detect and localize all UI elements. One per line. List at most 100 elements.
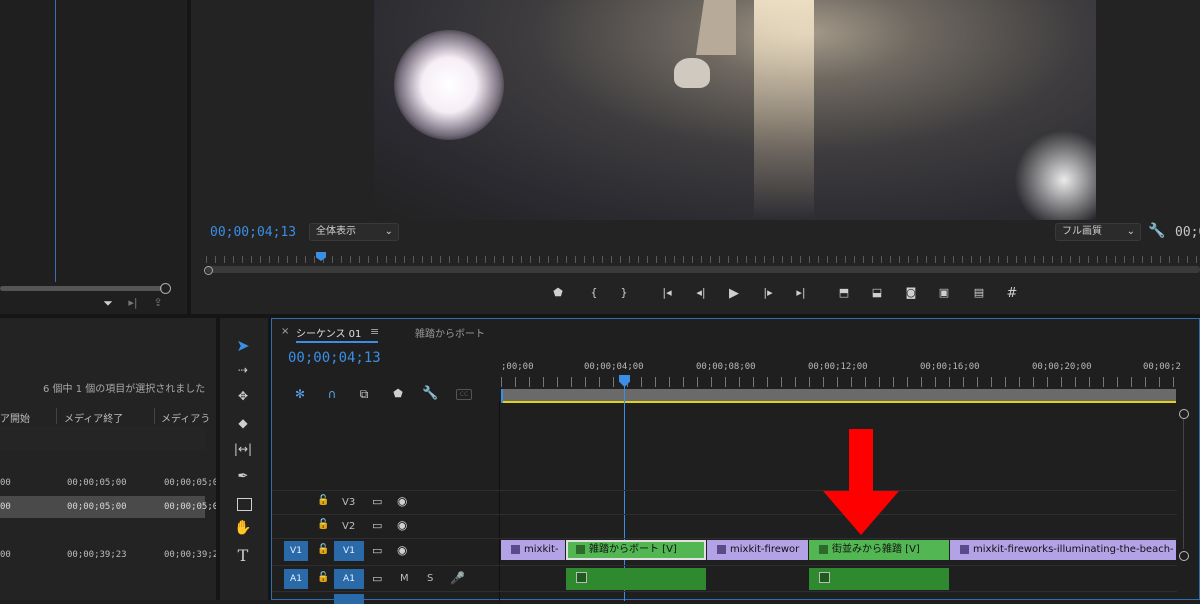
work-area-bar[interactable] [501, 389, 1176, 401]
vertical-scrollbar[interactable] [1183, 419, 1184, 549]
close-icon[interactable]: × [281, 326, 289, 337]
arrow-head [823, 491, 899, 535]
rectangle-icon[interactable] [237, 498, 252, 511]
quality-dropdown[interactable]: フル画質 ⌄ [1055, 223, 1141, 241]
arrow-shaft [849, 429, 873, 493]
program-ruler-track[interactable] [206, 266, 1200, 273]
ruler-ticks [501, 377, 1176, 387]
track-name[interactable]: V2 [342, 521, 355, 532]
table-row[interactable] [0, 426, 205, 450]
play-icon[interactable]: ▶ [727, 286, 741, 301]
program-mini-ruler[interactable] [206, 256, 1200, 263]
lock-icon[interactable]: 🔓 [317, 544, 329, 555]
timeline-timecode[interactable]: 00;00;04;13 [288, 350, 381, 366]
source-patch-v1[interactable]: V1 [284, 541, 308, 561]
solo-button[interactable]: S [427, 573, 433, 584]
insert-icon[interactable]: ▸| [125, 296, 141, 309]
step-back-icon[interactable]: ◂| [694, 286, 708, 299]
selection-tool-icon[interactable]: ➤ [232, 336, 254, 355]
film-icon[interactable]: ▭ [372, 572, 382, 585]
track-name[interactable]: V3 [342, 497, 355, 508]
film-icon[interactable]: ▭ [372, 544, 382, 557]
column-header[interactable]: メディア終了 [64, 410, 123, 425]
extract-icon[interactable]: ⬓ [868, 286, 886, 299]
trim-icon[interactable]: ▤ [971, 286, 987, 299]
lock-icon[interactable]: 🔓 [317, 572, 329, 583]
go-to-in-icon[interactable]: |◂ [659, 286, 675, 299]
eye-icon[interactable]: ◉ [397, 494, 407, 508]
video-clip[interactable]: mixkit-firewor [707, 540, 808, 560]
lock-icon[interactable]: 🔓 [317, 519, 329, 530]
track-target-v1[interactable]: V1 [334, 541, 364, 561]
hand-icon[interactable]: ✋ [232, 520, 254, 536]
in-point-icon[interactable]: { [587, 286, 601, 299]
step-forward-icon[interactable]: |▸ [761, 286, 775, 299]
source-scroll-handle[interactable] [160, 283, 171, 294]
table-row-selected[interactable]: 00 00;00;05;00 00;00;05;0 [0, 496, 218, 518]
film-icon[interactable]: ▭ [372, 519, 382, 532]
sailboat-hull [674, 58, 710, 88]
eye-icon[interactable]: ◉ [397, 543, 407, 557]
program-start-handle[interactable] [204, 266, 213, 275]
video-clip[interactable]: 街並みから雑踏 [V] [809, 540, 949, 560]
linked-selection-icon[interactable]: ⧉ [356, 387, 372, 402]
magnet-icon[interactable]: ∩ [324, 387, 340, 401]
table-row[interactable] [0, 450, 205, 472]
source-scrollbar[interactable] [0, 286, 162, 291]
video-clip[interactable]: 雑踏からボート [V] [566, 540, 706, 560]
ruler-label: 00;00;04;00 [584, 362, 644, 372]
wrench-icon[interactable]: 🔧 [1148, 223, 1165, 239]
track-select-icon[interactable]: ⇢ [232, 363, 254, 377]
add-marker-icon[interactable]: ⬟ [390, 387, 406, 400]
mute-button[interactable]: M [400, 573, 409, 584]
track-target-a1[interactable]: A1 [334, 569, 364, 589]
out-point-icon[interactable]: } [617, 286, 631, 299]
pen-icon[interactable]: ✒ [232, 469, 254, 484]
clip-label: 雑踏からボート [V] [589, 544, 677, 555]
tab-sequence-01[interactable]: シーケンス 01 [296, 325, 361, 340]
eye-icon[interactable]: ◉ [397, 518, 407, 532]
video-clip[interactable]: mixkit-fireworks-illuminating-the-beach- [950, 540, 1176, 560]
go-to-out-icon[interactable]: ▸| [793, 286, 809, 299]
film-icon[interactable]: ▭ [372, 495, 382, 508]
filter-icon[interactable]: ⏷ [100, 296, 116, 311]
marker-icon[interactable]: ⬟ [551, 286, 565, 299]
vertical-scroll-handle[interactable] [1179, 409, 1189, 419]
microphone-icon[interactable]: 🎤 [450, 571, 465, 585]
source-panel: ⏷ ▸| ⇪ [0, 0, 187, 314]
ruler-label: 00;00;12;00 [808, 362, 868, 372]
source-patch-a1[interactable]: A1 [284, 569, 308, 589]
program-timecode[interactable]: 00;00;04;13 [210, 225, 296, 240]
razor-icon[interactable]: ◆ [232, 416, 254, 430]
comparison-icon[interactable]: ▣ [936, 286, 952, 299]
clip-label: mixkit- [524, 544, 559, 555]
snap-nest-icon[interactable]: ✻ [292, 387, 308, 401]
menu-icon[interactable]: ≡ [370, 325, 379, 338]
tab-boat-sequence[interactable]: 雑踏からボート [415, 325, 485, 340]
table-row[interactable]: 00 00;00;05;00 00;00;05;0 [0, 472, 218, 494]
lock-icon[interactable]: 🔓 [317, 495, 329, 506]
captions-icon[interactable]: CC [456, 389, 472, 400]
ripple-edit-icon[interactable]: ✥ [232, 389, 254, 403]
type-icon[interactable]: T [232, 546, 254, 565]
audio-clip[interactable] [566, 568, 706, 590]
time-ruler[interactable]: ;00;00 00;00;04;00 00;00;08;00 00;00;12;… [501, 359, 1181, 389]
camera-icon[interactable]: ◙ [903, 286, 919, 299]
work-area-start[interactable] [501, 389, 503, 403]
vertical-scroll-handle[interactable] [1179, 551, 1189, 561]
fit-dropdown[interactable]: 全体表示 ⌄ [309, 223, 399, 241]
slip-icon[interactable]: |↔| [232, 442, 254, 456]
ruler-label: 00;00;20;00 [1032, 362, 1092, 372]
column-header[interactable]: メディアう [161, 410, 210, 425]
lift-icon[interactable]: ⬒ [835, 286, 853, 299]
plus-icon[interactable]: # [1004, 286, 1020, 301]
source-patch-a2[interactable] [334, 594, 364, 604]
wrench-icon[interactable]: 🔧 [422, 386, 438, 401]
audio-clip[interactable] [809, 568, 949, 590]
column-header[interactable]: ア開始 [0, 410, 30, 425]
export-icon[interactable]: ⇪ [150, 296, 166, 309]
table-row[interactable]: 00 00;00;39;23 00;00;39;2 [0, 544, 218, 566]
video-clip[interactable]: mixkit- [501, 540, 565, 560]
column-headers: ア開始 メディア終了 メディアう [0, 406, 210, 427]
table-row[interactable] [0, 520, 205, 542]
